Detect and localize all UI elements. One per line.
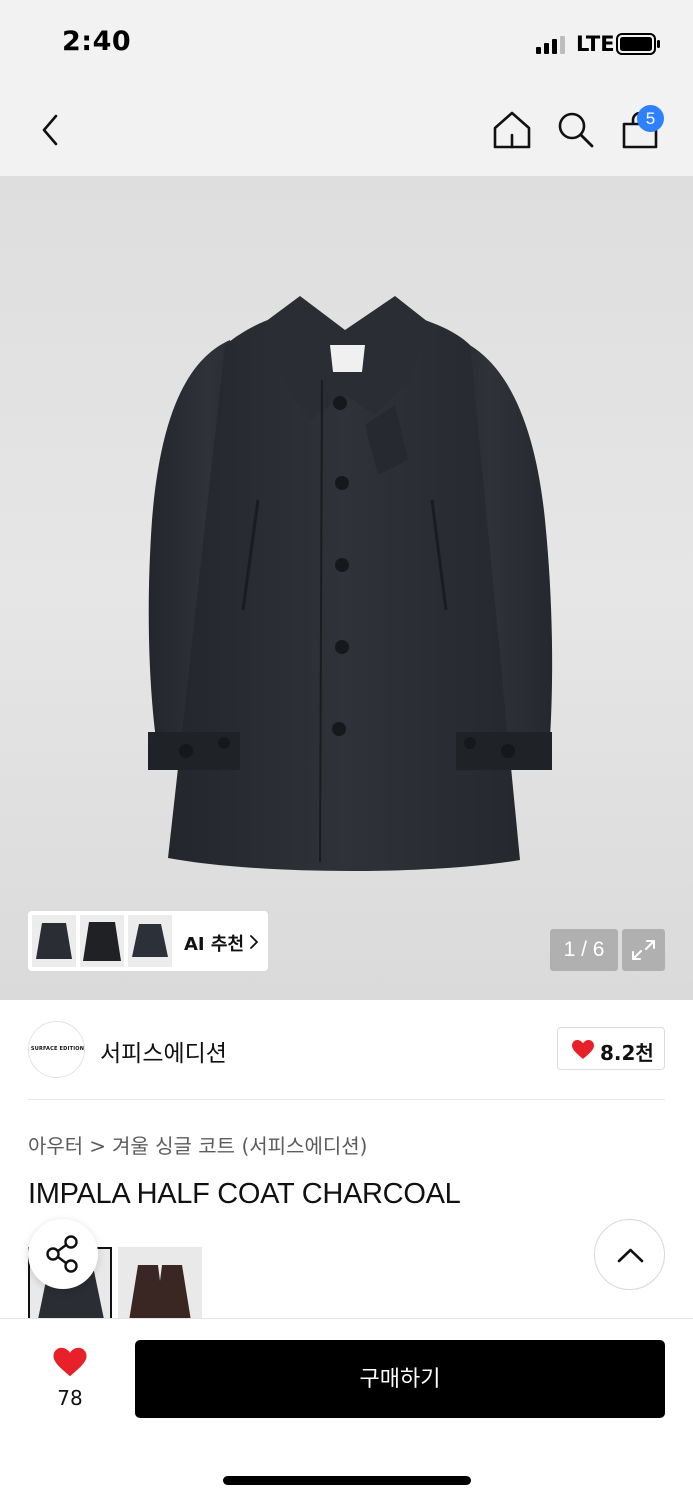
home-indicator	[223, 1476, 471, 1485]
product-image-gallery[interactable]: AI 추천 1 / 6	[0, 176, 693, 1000]
wish-heart-icon[interactable]	[52, 1346, 88, 1378]
ai-recommendation-label: AI 추천	[184, 934, 245, 955]
breadcrumb-subcategory[interactable]: 겨울 싱글 코트 (서피스에디션)	[112, 1134, 367, 1158]
status-bar: 2:40 LTE	[0, 0, 693, 88]
brand-logo-text: SURFACE EDITION	[30, 1046, 85, 1052]
network-label: LTE	[576, 32, 615, 56]
battery-icon	[616, 33, 660, 55]
divider	[28, 1099, 665, 1100]
ai-thumbnail[interactable]	[80, 915, 124, 967]
ai-thumbnail[interactable]	[32, 915, 76, 967]
signal-icon	[536, 36, 566, 54]
brand-name[interactable]: 서피스에디션	[100, 1034, 227, 1068]
search-icon[interactable]	[556, 110, 596, 150]
share-button[interactable]	[28, 1219, 98, 1289]
breadcrumb-category[interactable]: 아우터	[28, 1134, 83, 1158]
back-button[interactable]	[36, 112, 66, 148]
brand-like-button[interactable]: 8.2천	[557, 1027, 665, 1070]
status-time: 2:40	[62, 26, 132, 57]
wish-count: 78	[57, 1386, 83, 1410]
expand-icon	[632, 940, 655, 960]
chevron-right-icon	[250, 935, 259, 949]
chevron-up-icon	[617, 1248, 644, 1263]
coat-product-image	[148, 296, 553, 872]
cart-count-badge: 5	[637, 105, 664, 132]
ai-thumbnail[interactable]	[128, 915, 172, 967]
breadcrumb-separator: >	[89, 1134, 106, 1158]
expand-button[interactable]	[622, 929, 665, 971]
share-icon	[46, 1235, 78, 1273]
heart-icon	[572, 1040, 594, 1059]
breadcrumb: 아우터 > 겨울 싱글 코트 (서피스에디션)	[28, 1130, 367, 1159]
brand-like-count: 8.2천	[600, 1041, 654, 1065]
scroll-to-top-button[interactable]	[594, 1219, 665, 1290]
image-page-counter: 1 / 6	[550, 929, 618, 971]
brand-logo[interactable]: SURFACE EDITION	[28, 1021, 85, 1078]
buy-button[interactable]: 구매하기	[135, 1340, 665, 1418]
home-icon[interactable]	[491, 109, 533, 151]
product-title: IMPALA HALF COAT CHARCOAL	[28, 1178, 461, 1210]
ai-recommendation-strip[interactable]: AI 추천	[28, 911, 268, 971]
color-swatch-brown[interactable]	[118, 1247, 202, 1327]
